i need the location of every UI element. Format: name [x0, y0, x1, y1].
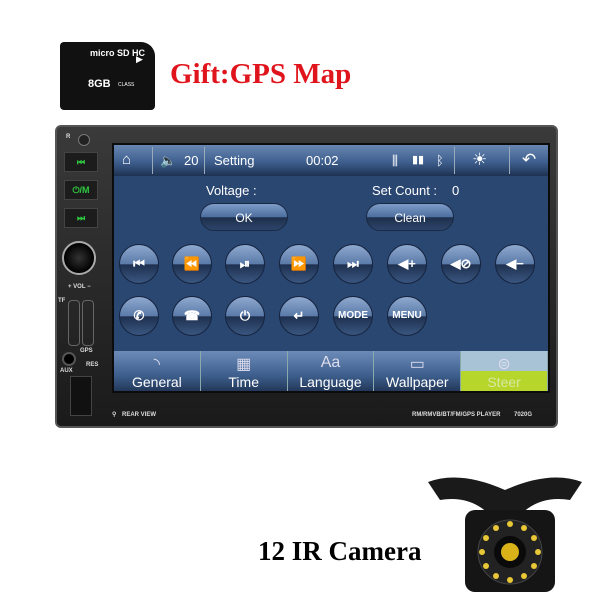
brightness-icon[interactable]: ☀ [472, 150, 487, 170]
page-title: Setting [214, 153, 255, 168]
sd-icon: ▮▮ [412, 154, 425, 166]
back-icon[interactable]: ↶ [522, 150, 536, 170]
mode-button[interactable]: ⏻/M [64, 180, 98, 200]
voltage-label: Voltage : [206, 183, 257, 198]
steering-wheel-icon: ⊜ [497, 356, 511, 373]
tab-steer[interactable]: ⊜ Steer [461, 351, 548, 391]
clean-button[interactable]: Clean [366, 203, 454, 231]
tab-label: General [131, 374, 182, 390]
rear-view-label: REAR VIEW [122, 412, 157, 418]
camera-icon: ⚲ [112, 412, 117, 418]
camera-text: 12 IR Camera [258, 536, 422, 566]
control-button-row2-4[interactable]: ↵ [279, 296, 319, 336]
next-button[interactable]: ⏭ [64, 208, 98, 228]
usb-port-cover[interactable] [70, 376, 92, 416]
tab-label: Time [228, 374, 259, 390]
control-button-row2-1[interactable]: ✆ [119, 296, 159, 336]
control-button-3[interactable]: ⏯ [225, 244, 265, 284]
prev-button[interactable]: ⏮ [64, 152, 98, 172]
volume-icon[interactable]: 🔈 [160, 153, 176, 169]
gps-slot[interactable] [82, 300, 94, 346]
control-button-row2-5[interactable]: MODE [333, 296, 373, 336]
tab-time[interactable]: ▦ Time [200, 351, 288, 391]
sd-capacity: 8GB [88, 78, 111, 90]
play-icon: ▶ [136, 54, 143, 64]
calendar-icon: ▦ [236, 356, 252, 373]
tab-language[interactable]: Aa Language [287, 351, 375, 391]
ok-button[interactable]: OK [200, 203, 288, 231]
bluetooth-icon: ᛒ [436, 153, 444, 168]
control-button-row2-6[interactable]: MENU [387, 296, 427, 336]
control-button-8[interactable]: ◀− [495, 244, 535, 284]
tab-label: Wallpaper [386, 374, 449, 390]
clock: 00:02 [306, 153, 339, 168]
aux-jack[interactable] [62, 352, 76, 366]
micro-sd-card: micro SD HC ▶ 8GB CLASS [60, 42, 155, 110]
power-button[interactable] [78, 134, 90, 146]
volume-value: 20 [184, 153, 199, 168]
control-button-5[interactable]: ⏭ [333, 244, 373, 284]
set-count-value: 0 [452, 183, 460, 198]
aux-label: AUX [60, 368, 73, 374]
home-icon[interactable]: ⌂ [122, 151, 131, 168]
control-button-row2-2[interactable]: ☎ [172, 296, 212, 336]
control-button-row2-3[interactable]: ⏻ [225, 296, 265, 336]
tab-wallpaper[interactable]: ▭ Wallpaper [374, 351, 462, 391]
control-button-1[interactable]: ⏮ [119, 244, 159, 284]
sd-class: CLASS [118, 82, 135, 88]
image-icon: ▭ [409, 356, 425, 373]
model-label: 7020G [514, 412, 533, 418]
settings-tabs: ◝ General ▦ Time Aa Language ▭ Wallpaper ⊜ Steer [114, 351, 548, 391]
res-label: RES [86, 362, 99, 368]
control-button-2[interactable]: ⏪ [172, 244, 212, 284]
font-icon: Aa [320, 354, 341, 371]
control-panel: R ⏮ ⏻/M ⏭ + VOL − TF GPS RES AUX [58, 134, 102, 419]
rss-icon: ◝ [153, 356, 160, 373]
tab-label: Steer [487, 374, 521, 390]
touch-screen: ⌂ 🔈 20 Setting 00:02 ⫼ ▮▮ ᛒ ☀ ↶ Voltage … [112, 143, 550, 393]
player-label: RM/RMVB/BT/FM/GPS PLAYER [412, 412, 501, 418]
equalizer-icon[interactable]: ⫼ [392, 153, 398, 169]
reset-label: R [66, 134, 71, 140]
control-button-7[interactable]: ◀⊘ [441, 244, 481, 284]
gift-text: Gift:GPS Map [170, 58, 352, 90]
rear-camera-image [428, 477, 582, 592]
top-bar: ⌂ 🔈 20 Setting 00:02 ⫼ ▮▮ ᛒ ☀ ↶ [114, 145, 548, 176]
gps-label: GPS [80, 348, 93, 354]
control-button-6[interactable]: ◀+ [387, 244, 427, 284]
tab-label: Language [299, 374, 362, 390]
control-button-4[interactable]: ⏩ [279, 244, 319, 284]
volume-knob[interactable] [62, 241, 96, 275]
tf-label: TF [58, 298, 66, 304]
vol-label: + VOL − [68, 284, 91, 290]
tf-slot[interactable] [68, 300, 80, 346]
tab-general[interactable]: ◝ General [114, 351, 201, 391]
set-count-label: Set Count : [372, 183, 438, 198]
unit-bottom-label: ⚲ REAR VIEW RM/RMVB/BT/FM/GPS PLAYER 702… [112, 409, 552, 423]
